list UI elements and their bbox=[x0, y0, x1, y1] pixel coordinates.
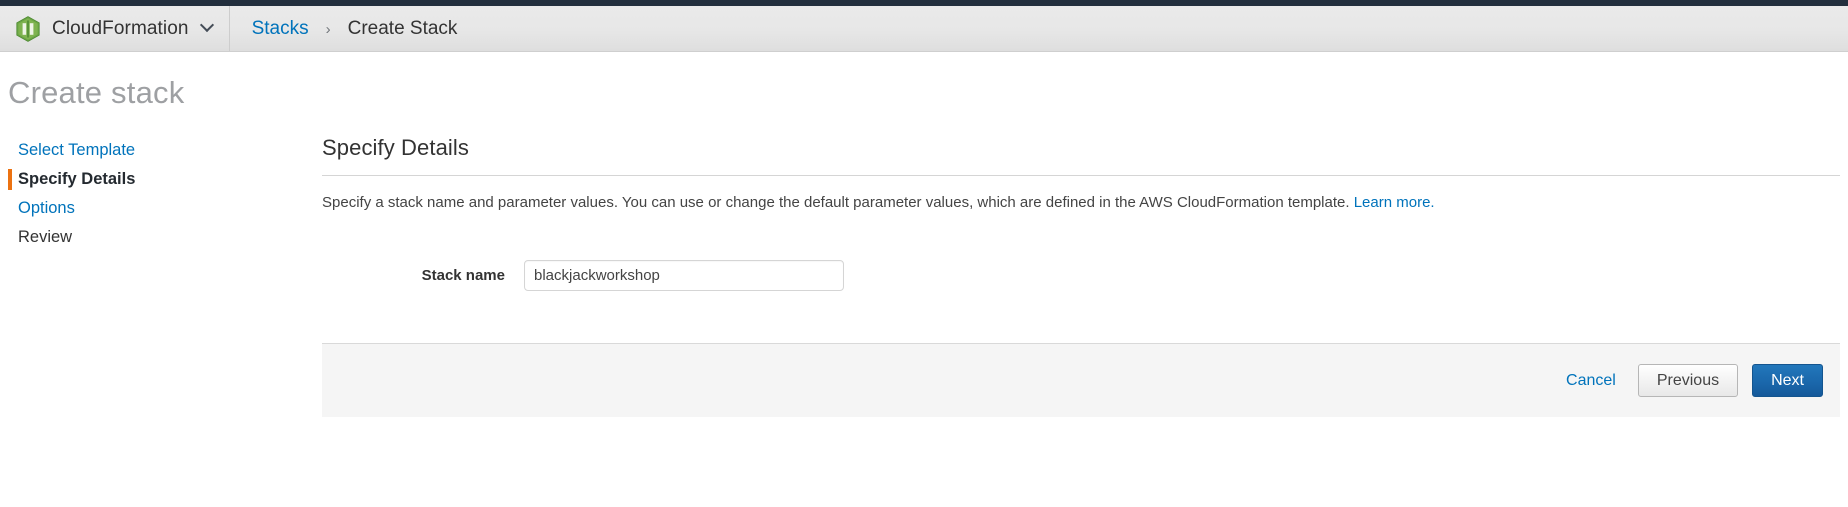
wizard-footer-actions: Cancel Previous Next bbox=[322, 343, 1840, 417]
sidebar-item-label: Select Template bbox=[18, 141, 136, 159]
service-menu-cloudformation[interactable]: CloudFormation bbox=[0, 6, 230, 51]
sidebar-item-specify-details[interactable]: Specify Details bbox=[8, 165, 322, 194]
stack-name-form-row: Stack name bbox=[322, 260, 1840, 291]
next-button[interactable]: Next bbox=[1752, 364, 1823, 397]
sidebar-item-select-template[interactable]: Select Template bbox=[8, 136, 322, 165]
stack-name-input[interactable] bbox=[524, 260, 844, 291]
sidebar-item-label: Review bbox=[18, 228, 73, 246]
breadcrumb-separator-icon: › bbox=[325, 21, 331, 38]
cancel-button[interactable]: Cancel bbox=[1566, 372, 1616, 390]
section-description: Specify a stack name and parameter value… bbox=[322, 193, 1840, 213]
previous-button[interactable]: Previous bbox=[1637, 364, 1739, 397]
breadcrumb: Stacks › Create Stack bbox=[230, 6, 458, 51]
section-description-text: Specify a stack name and parameter value… bbox=[322, 194, 1350, 211]
sidebar-item-options[interactable]: Options bbox=[8, 194, 322, 223]
main-content: Specify Details Specify a stack name and… bbox=[322, 135, 1848, 417]
stack-name-label: Stack name bbox=[421, 267, 505, 284]
cloudformation-hexagon-icon bbox=[16, 15, 40, 42]
sidebar-item-review: Review bbox=[8, 223, 322, 252]
sidebar-item-label: Specify Details bbox=[18, 170, 136, 188]
page-body: Select Template Specify Details Options … bbox=[0, 135, 1848, 417]
breadcrumb-link-stacks[interactable]: Stacks bbox=[252, 18, 309, 40]
wizard-step-sidebar: Select Template Specify Details Options … bbox=[0, 135, 322, 417]
chevron-down-icon[interactable] bbox=[202, 20, 215, 33]
service-name-label: CloudFormation bbox=[52, 17, 189, 39]
section-heading: Specify Details bbox=[322, 135, 470, 160]
sidebar-item-label: Options bbox=[18, 199, 75, 217]
service-navbar: CloudFormation Stacks › Create Stack bbox=[0, 6, 1848, 52]
breadcrumb-current-create-stack: Create Stack bbox=[347, 17, 458, 39]
learn-more-link[interactable]: Learn more. bbox=[1354, 194, 1435, 211]
page-title: Create stack bbox=[8, 75, 185, 110]
section-divider bbox=[322, 175, 1840, 176]
